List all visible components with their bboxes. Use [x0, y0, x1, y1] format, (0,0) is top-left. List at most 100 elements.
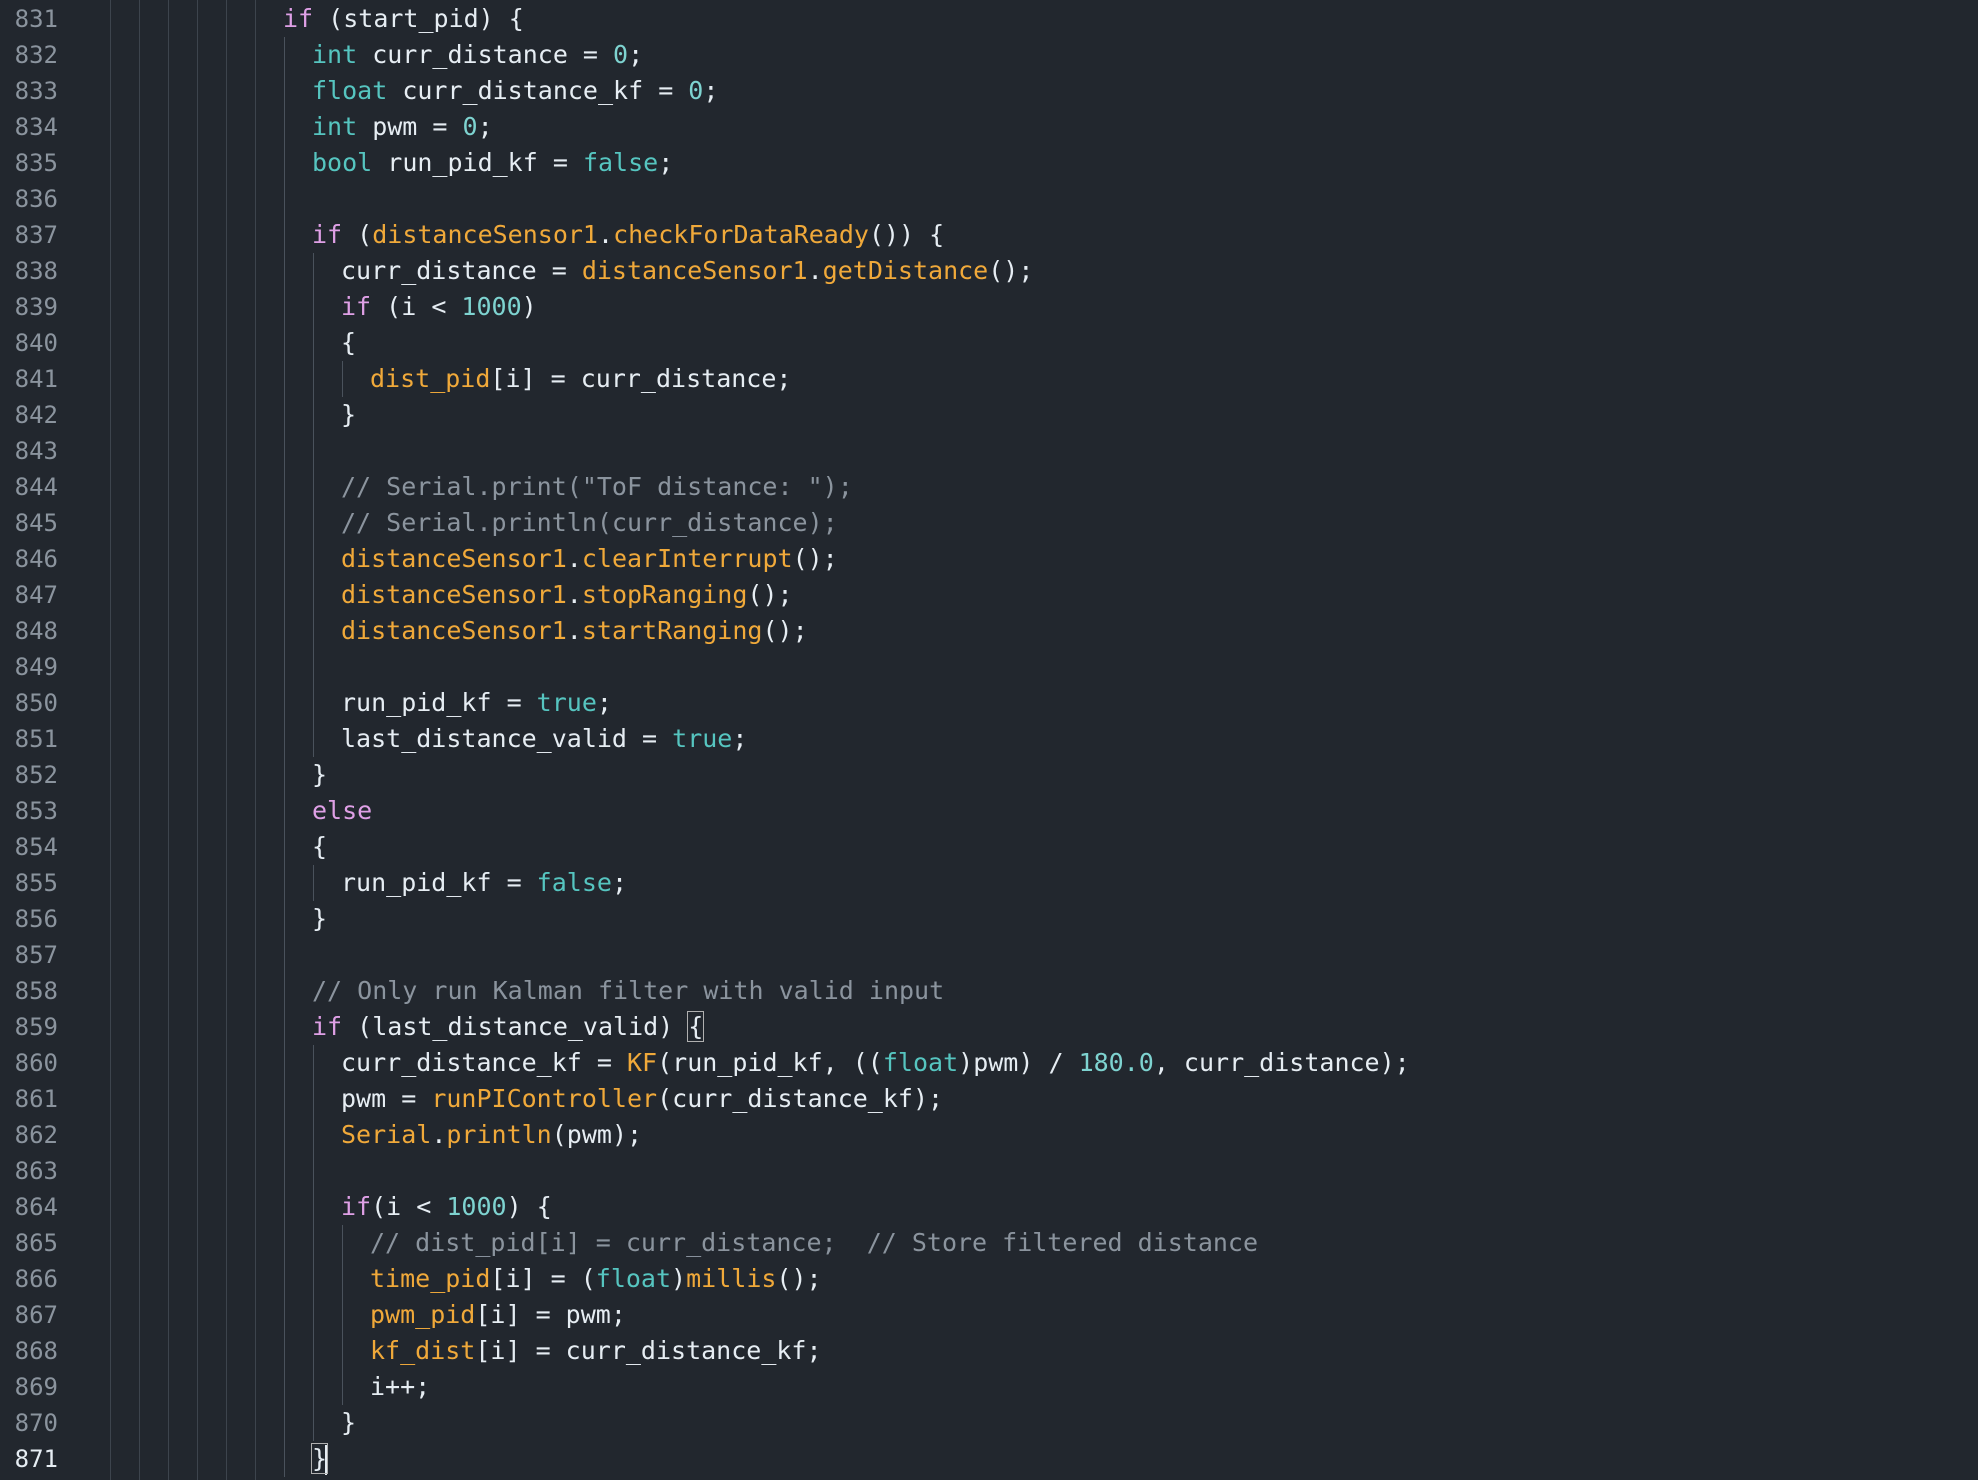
code-token: pwm_pid	[370, 1300, 476, 1329]
code-token: run_pid_kf =	[372, 148, 583, 177]
line-number: 835	[14, 149, 58, 177]
code-token: (	[342, 220, 373, 249]
line-number: 870	[14, 1409, 58, 1437]
code-line[interactable]: distanceSensor1.stopRanging();	[341, 577, 793, 613]
code-line[interactable]: Serial.println(pwm);	[341, 1117, 642, 1153]
line-number: 840	[14, 329, 58, 357]
code-line[interactable]: i++;	[370, 1369, 430, 1405]
line-number: 859	[14, 1013, 58, 1041]
line-number: 857	[14, 941, 58, 969]
line-number: 855	[14, 869, 58, 897]
line-number: 853	[14, 797, 58, 825]
code-line[interactable]: float curr_distance_kf = 0;	[312, 73, 718, 109]
code-line[interactable]: // Serial.print("ToF distance: ");	[341, 469, 853, 505]
code-token: time_pid	[370, 1264, 491, 1293]
line-number: 862	[14, 1121, 58, 1149]
code-line[interactable]: curr_distance = distanceSensor1.getDista…	[341, 253, 1033, 289]
code-token: last_distance_valid =	[341, 724, 673, 753]
code-line[interactable]: kf_dist[i] = curr_distance_kf;	[370, 1333, 822, 1369]
code-line[interactable]: }	[341, 397, 356, 433]
code-token: }	[341, 400, 357, 429]
line-number: 866	[14, 1265, 58, 1293]
code-token: distanceSensor1	[341, 544, 567, 573]
code-token: ;	[658, 148, 674, 177]
code-token: {	[341, 328, 357, 357]
code-token: int	[312, 40, 358, 69]
line-number: 865	[14, 1229, 58, 1257]
code-line[interactable]: {	[341, 325, 356, 361]
code-token: .	[598, 220, 614, 249]
code-line[interactable]: if (last_distance_valid) {	[312, 1009, 705, 1045]
code-token: if	[283, 4, 314, 33]
code-line[interactable]: dist_pid[i] = curr_distance;	[370, 361, 791, 397]
code-token: run_pid_kf =	[341, 868, 537, 897]
line-number: 863	[14, 1157, 58, 1185]
code-token: i++;	[370, 1372, 431, 1401]
line-number: 848	[14, 617, 58, 645]
line-number: 852	[14, 761, 58, 789]
code-token: ();	[988, 256, 1034, 285]
code-line[interactable]: if(i < 1000) {	[341, 1189, 552, 1225]
code-token: [i] = curr_distance_kf;	[475, 1336, 822, 1365]
code-line[interactable]: int pwm = 0;	[312, 109, 493, 145]
code-token: false	[582, 148, 659, 177]
code-line[interactable]: int curr_distance = 0;	[312, 37, 643, 73]
line-number: 860	[14, 1049, 58, 1077]
code-token: float	[595, 1264, 672, 1293]
line-number: 856	[14, 905, 58, 933]
line-number: 871	[14, 1445, 58, 1473]
code-line[interactable]: pwm = runPIController(curr_distance_kf);	[341, 1081, 943, 1117]
code-token: runPIController	[431, 1084, 658, 1113]
code-line[interactable]: if (start_pid) {	[283, 1, 524, 37]
code-line[interactable]: {	[312, 829, 327, 865]
code-line[interactable]: last_distance_valid = true;	[341, 721, 747, 757]
code-line[interactable]: // Serial.println(curr_distance);	[341, 505, 838, 541]
code-token: ();	[762, 616, 808, 645]
code-line[interactable]: }	[310, 1441, 329, 1477]
code-token: curr_distance =	[341, 256, 582, 285]
code-token: }	[341, 1408, 357, 1437]
code-line[interactable]: time_pid[i] = (float)millis();	[370, 1261, 822, 1297]
code-line[interactable]: else	[312, 793, 372, 829]
line-number: 845	[14, 509, 58, 537]
line-number: 832	[14, 41, 58, 69]
code-token: )	[671, 1264, 687, 1293]
code-line[interactable]: }	[341, 1405, 356, 1441]
code-token: bool	[312, 148, 373, 177]
code-line[interactable]: bool run_pid_kf = false;	[312, 145, 673, 181]
code-token: // Serial.print("ToF distance: ");	[341, 472, 853, 501]
code-token: // dist_pid[i] = curr_distance; // Store…	[370, 1228, 1259, 1257]
code-token: float	[882, 1048, 959, 1077]
indent-guide	[110, 0, 111, 1480]
code-line[interactable]: pwm_pid[i] = pwm;	[370, 1297, 626, 1333]
code-line[interactable]: distanceSensor1.clearInterrupt();	[341, 541, 838, 577]
code-token: [i] = pwm;	[475, 1300, 626, 1329]
indent-guide	[168, 0, 169, 1480]
code-line[interactable]: distanceSensor1.startRanging();	[341, 613, 808, 649]
code-line[interactable]: if (distanceSensor1.checkForDataReady())…	[312, 217, 944, 253]
code-line[interactable]: }	[312, 757, 327, 793]
code-token: (run_pid_kf, ((	[657, 1048, 883, 1077]
code-token: ();	[776, 1264, 822, 1293]
code-token: )pwm) /	[958, 1048, 1079, 1077]
code-line[interactable]: curr_distance_kf = KF(run_pid_kf, ((floa…	[341, 1045, 1410, 1081]
code-line[interactable]: if (i < 1000)	[341, 289, 537, 325]
indent-guide	[313, 1045, 314, 1441]
line-number: 850	[14, 689, 58, 717]
code-token: ();	[792, 544, 838, 573]
line-number: 836	[14, 185, 58, 213]
code-line[interactable]: run_pid_kf = true;	[341, 685, 612, 721]
code-token: }	[312, 904, 328, 933]
code-token: distanceSensor1	[341, 580, 567, 609]
code-editor[interactable]: 831 832 833 834 835 836 837 838 839 840 841 842 843 8…	[0, 0, 1978, 1480]
code-line[interactable]: }	[312, 901, 327, 937]
code-token: distanceSensor1	[581, 256, 808, 285]
code-line[interactable]: // dist_pid[i] = curr_distance; // Store…	[370, 1225, 1258, 1261]
code-line[interactable]: // Only run Kalman filter with valid inp…	[312, 973, 944, 1009]
line-number: 846	[14, 545, 58, 573]
code-line[interactable]: run_pid_kf = false;	[341, 865, 627, 901]
code-token: if	[312, 1012, 343, 1041]
code-token: curr_distance =	[357, 40, 614, 69]
line-number: 838	[14, 257, 58, 285]
indent-guide	[342, 361, 343, 397]
